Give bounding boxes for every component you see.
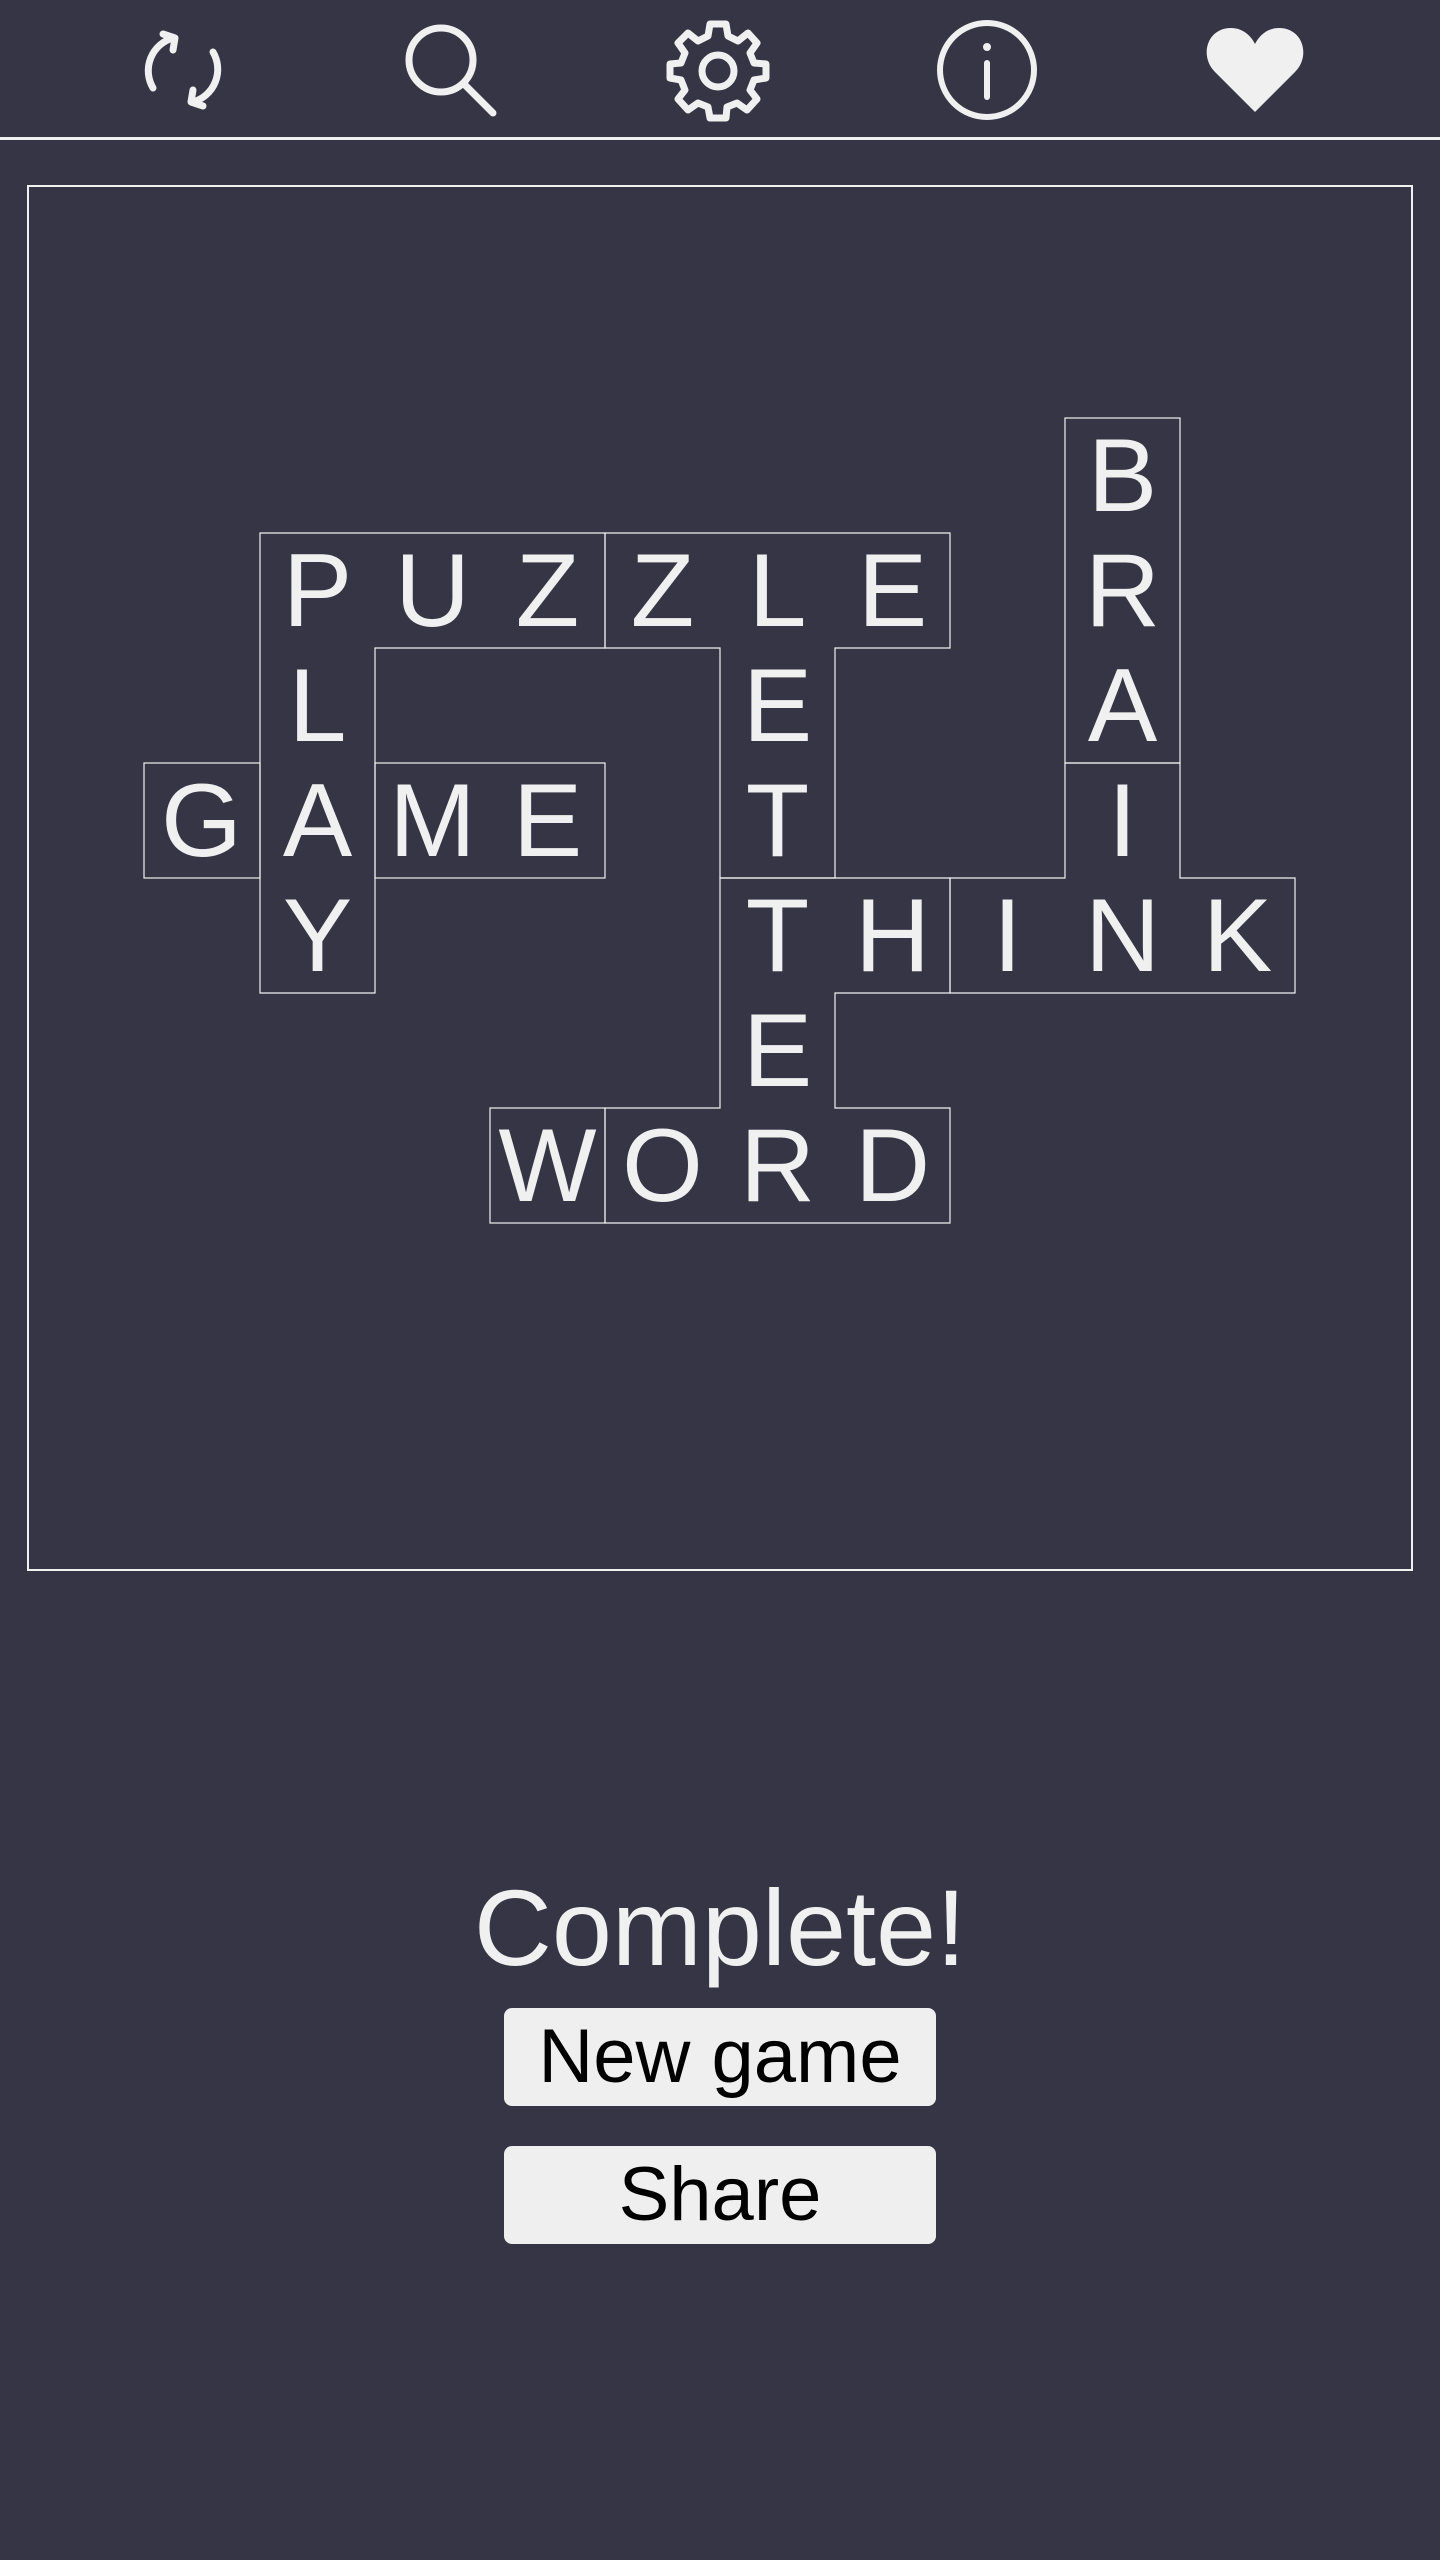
share-button[interactable]: Share (504, 2146, 936, 2244)
letter-tile[interactable]: L (260, 648, 375, 763)
letter-tile[interactable]: O (605, 1108, 720, 1223)
letter-tile[interactable]: E (835, 533, 950, 648)
letter-tile[interactable]: A (1065, 648, 1180, 763)
letter-tile[interactable]: Z (605, 533, 720, 648)
toolbar (0, 0, 1440, 140)
letter-tile[interactable]: U (375, 533, 490, 648)
letter-tile[interactable]: D (835, 1108, 950, 1223)
letter-tile[interactable]: E (720, 993, 835, 1108)
search-icon[interactable] (395, 16, 503, 124)
letter-tile[interactable]: Y (260, 878, 375, 993)
settings-icon[interactable] (664, 16, 772, 124)
new-game-button[interactable]: New game (504, 2008, 936, 2106)
refresh-icon[interactable] (129, 16, 237, 124)
letter-tile[interactable]: M (375, 763, 490, 878)
letter-tile[interactable]: K (1180, 878, 1295, 993)
letter-tile[interactable]: N (1065, 878, 1180, 993)
letter-tile[interactable]: E (490, 763, 605, 878)
letter-tile[interactable]: E (720, 648, 835, 763)
letter-tile[interactable]: L (720, 533, 835, 648)
letter-tile[interactable]: T (720, 763, 835, 878)
letter-tile[interactable]: B (1065, 418, 1180, 533)
info-icon[interactable] (933, 16, 1041, 124)
letter-tile[interactable]: P (260, 533, 375, 648)
letter-tile[interactable]: H (835, 878, 950, 993)
letter-tile[interactable]: G (144, 763, 259, 878)
letter-tile[interactable]: T (720, 878, 835, 993)
letter-tile[interactable]: I (1065, 763, 1180, 878)
letter-tile[interactable]: A (260, 763, 375, 878)
status-message: Complete! (473, 1867, 967, 1988)
letter-tile[interactable]: W (490, 1108, 605, 1223)
heart-icon[interactable] (1201, 16, 1309, 124)
letter-tile[interactable]: R (1065, 533, 1180, 648)
letter-tile[interactable]: R (720, 1108, 835, 1223)
letter-tile[interactable]: I (950, 878, 1065, 993)
letter-tile[interactable]: Z (490, 533, 605, 648)
